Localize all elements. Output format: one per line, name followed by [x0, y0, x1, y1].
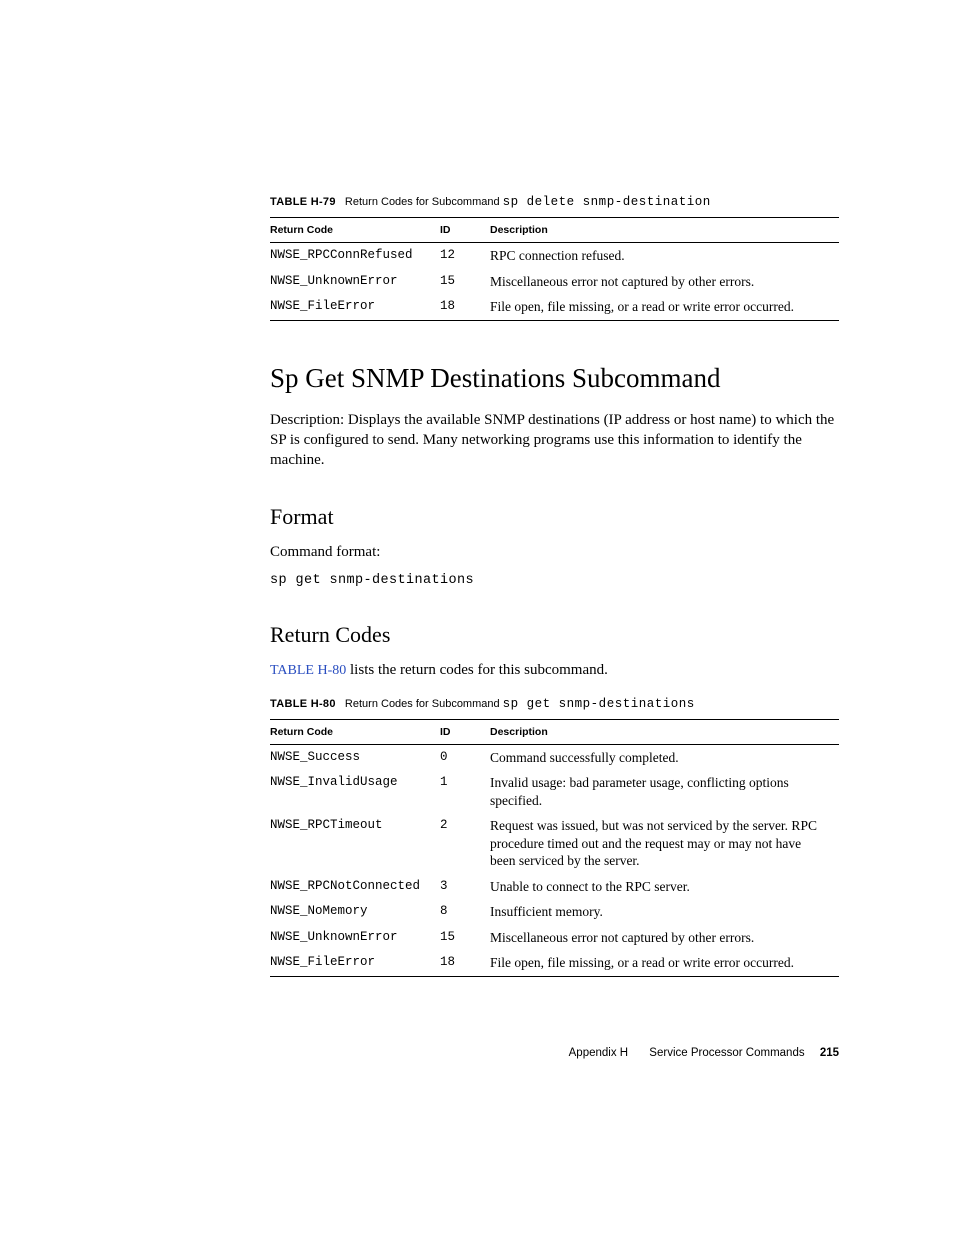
cell-id: 1 — [440, 770, 490, 813]
cell-code: NWSE_Success — [270, 744, 440, 770]
table-row: NWSE_FileError 18 File open, file missin… — [270, 950, 839, 976]
cell-code: NWSE_RPCNotConnected — [270, 874, 440, 900]
table-row: Return Code ID Description — [270, 719, 839, 744]
table-row: NWSE_Success 0 Command successfully comp… — [270, 744, 839, 770]
return-codes-rest: lists the return codes for this subcomma… — [346, 662, 608, 678]
table-row: NWSE_RPCConnRefused 12 RPC connection re… — [270, 243, 839, 269]
table-80-label: TABLE H-80 — [270, 698, 336, 710]
cell-desc: RPC connection refused. — [490, 243, 839, 269]
cell-code: NWSE_InvalidUsage — [270, 770, 440, 813]
cell-id: 2 — [440, 813, 490, 874]
cell-code: NWSE_RPCTimeout — [270, 813, 440, 874]
cell-desc: Miscellaneous error not captured by othe… — [490, 925, 839, 951]
section-heading: Sp Get SNMP Destinations Subcommand — [270, 363, 839, 394]
cell-code: NWSE_UnknownError — [270, 925, 440, 951]
format-label: Command format: — [270, 542, 839, 562]
cell-id: 15 — [440, 925, 490, 951]
cell-desc: Command successfully completed. — [490, 744, 839, 770]
cell-id: 0 — [440, 744, 490, 770]
cell-code: NWSE_RPCConnRefused — [270, 243, 440, 269]
table-row: NWSE_UnknownError 15 Miscellaneous error… — [270, 269, 839, 295]
table-row: NWSE_InvalidUsage 1 Invalid usage: bad p… — [270, 770, 839, 813]
cell-id: 3 — [440, 874, 490, 900]
table-79-caption-cmd: sp delete snmp-destination — [503, 195, 711, 209]
cell-id: 18 — [440, 294, 490, 320]
table-79: Return Code ID Description NWSE_RPCConnR… — [270, 217, 839, 321]
command-line: sp get snmp-destinations — [270, 573, 839, 588]
cell-code: NWSE_FileError — [270, 294, 440, 320]
table-row: NWSE_NoMemory 8 Insufficient memory. — [270, 899, 839, 925]
table-80: Return Code ID Description NWSE_Success … — [270, 719, 839, 977]
table-row: NWSE_FileError 18 File open, file missin… — [270, 294, 839, 320]
table-79-caption: TABLE H-79 Return Codes for Subcommand s… — [270, 195, 839, 209]
cell-desc: Unable to connect to the RPC server. — [490, 874, 839, 900]
section-description: Description: Displays the available SNMP… — [270, 410, 839, 471]
footer-title: Service Processor Commands — [649, 1047, 804, 1059]
cell-desc: File open, file missing, or a read or wr… — [490, 950, 839, 976]
table-79-caption-text: Return Codes for Subcommand — [345, 196, 503, 208]
return-codes-sentence: TABLE H-80 lists the return codes for th… — [270, 660, 839, 681]
table-row: NWSE_RPCTimeout 2 Request was issued, bu… — [270, 813, 839, 874]
table-80-caption-cmd: sp get snmp-destinations — [503, 697, 695, 711]
page-footer: Appendix H Service Processor Commands 21… — [270, 1047, 839, 1059]
table-row: Return Code ID Description — [270, 218, 839, 243]
cell-code: NWSE_FileError — [270, 950, 440, 976]
cell-code: NWSE_NoMemory — [270, 899, 440, 925]
cell-id: 18 — [440, 950, 490, 976]
col-header-id: ID — [440, 719, 490, 744]
return-codes-heading: Return Codes — [270, 622, 839, 648]
cell-desc: Invalid usage: bad parameter usage, conf… — [490, 770, 839, 813]
col-header-return-code: Return Code — [270, 719, 440, 744]
cell-desc: Request was issued, but was not serviced… — [490, 813, 839, 874]
footer-page-number: 215 — [820, 1047, 839, 1059]
col-header-id: ID — [440, 218, 490, 243]
cell-id: 12 — [440, 243, 490, 269]
table-79-label: TABLE H-79 — [270, 196, 336, 208]
cell-id: 8 — [440, 899, 490, 925]
cell-code: NWSE_UnknownError — [270, 269, 440, 295]
footer-chapter: Appendix H — [569, 1047, 628, 1059]
page-content: TABLE H-79 Return Codes for Subcommand s… — [0, 0, 954, 1139]
format-heading: Format — [270, 504, 839, 530]
table-80-caption: TABLE H-80 Return Codes for Subcommand s… — [270, 697, 839, 711]
table-80-link[interactable]: TABLE H-80 — [270, 663, 346, 678]
table-row: NWSE_RPCNotConnected 3 Unable to connect… — [270, 874, 839, 900]
col-header-description: Description — [490, 719, 839, 744]
table-row: NWSE_UnknownError 15 Miscellaneous error… — [270, 925, 839, 951]
cell-desc: File open, file missing, or a read or wr… — [490, 294, 839, 320]
col-header-description: Description — [490, 218, 839, 243]
table-80-caption-text: Return Codes for Subcommand — [345, 698, 503, 710]
cell-desc: Miscellaneous error not captured by othe… — [490, 269, 839, 295]
cell-desc: Insufficient memory. — [490, 899, 839, 925]
cell-id: 15 — [440, 269, 490, 295]
col-header-return-code: Return Code — [270, 218, 440, 243]
